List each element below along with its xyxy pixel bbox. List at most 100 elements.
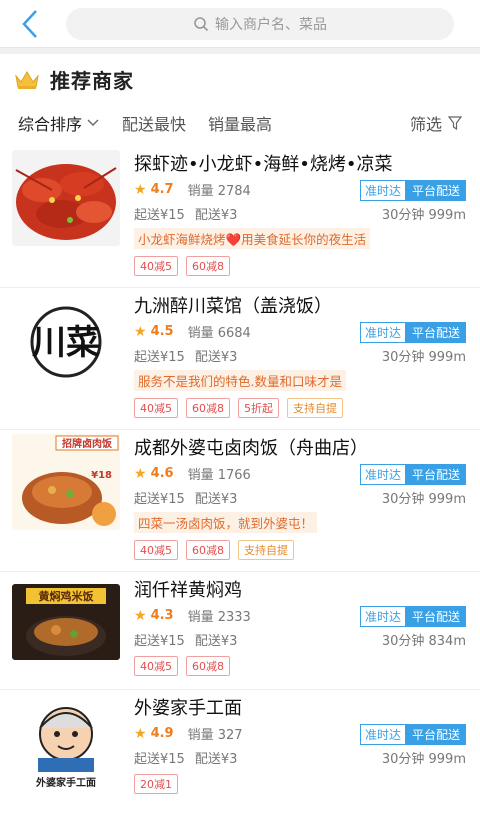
delivery-badges: 准时达 平台配送: [359, 724, 466, 745]
shop-sales: 销量 327: [187, 728, 243, 743]
promo-tags: 40减5 60减8 支持自提: [134, 540, 302, 560]
crayfish-image: [12, 150, 120, 246]
filter-button[interactable]: 筛选: [410, 104, 462, 142]
shop-rating-row: ★ 4.9 销量 327: [134, 724, 243, 744]
platform-delivery-badge: 平台配送: [405, 180, 466, 201]
min-order: 起送¥15: [134, 634, 185, 649]
shop-name: 成都外婆屯卤肉饭（舟曲店）: [134, 438, 368, 459]
delivery-badges: 准时达 平台配送: [359, 606, 466, 627]
shop-name: 探虾迹•小龙虾•海鲜•烧烤•凉菜: [134, 154, 393, 175]
promo-tags: 40减5 60减8: [134, 656, 238, 676]
shop-fee-row: 起送¥15 配送¥3: [134, 488, 247, 507]
promo-tag: 40减5: [134, 656, 178, 676]
min-order: 起送¥15: [134, 208, 185, 223]
section-title: 推荐商家: [50, 68, 134, 93]
delivery-fee: 配送¥3: [194, 752, 238, 767]
self-pickup-tag: 支持自提: [287, 398, 343, 418]
star-icon: ★: [134, 725, 147, 742]
time-distance: 30分钟 834m: [381, 634, 466, 649]
shop-sales: 销量 6684: [187, 326, 251, 341]
filter-funnel-icon: [448, 116, 462, 130]
shop-thumbnail: 招牌卤肉饭 ¥18: [12, 434, 120, 530]
on-time-badge: 准时达: [359, 724, 406, 745]
promo-tags: 20减1: [134, 774, 186, 794]
back-button[interactable]: [12, 6, 48, 42]
sort-label: 销量最高: [208, 115, 273, 134]
time-distance: 30分钟 999m: [381, 492, 466, 507]
sort-label: 配送最快: [122, 115, 187, 134]
promo-tags: 40减5 60减8: [134, 256, 238, 276]
shop-thumbnail: [12, 150, 120, 246]
shop-item[interactable]: 外婆家手工面 外婆家手工面 ★ 4.9 销量 327 准时达 平台配送 起送¥1…: [0, 690, 480, 832]
shop-rating-row: ★ 4.3 销量 2333: [134, 606, 251, 626]
shop-list: 探虾迹•小龙虾•海鲜•烧烤•凉菜 ★ 4.7 销量 2784 准时达 平台配送 …: [0, 146, 480, 832]
shop-fee-row: 起送¥15 配送¥3: [134, 204, 247, 223]
delivery-fee: 配送¥3: [194, 492, 238, 507]
star-icon: ★: [134, 181, 147, 198]
shop-description: 四菜一汤卤肉饭，就到外婆屯！: [134, 512, 318, 533]
caption-text: 外婆家手工面: [35, 776, 96, 789]
min-order: 起送¥15: [134, 752, 185, 767]
banner-text: 黄焖鸡米饭: [39, 589, 94, 603]
shop-fee-row: 起送¥15 配送¥3: [134, 630, 247, 649]
search-input[interactable]: 输入商户名、菜品: [66, 8, 454, 40]
braised-chicken-image: 黄焖鸡米饭: [12, 584, 120, 660]
shop-rating: 4.5: [150, 324, 174, 339]
shop-fee-row: 起送¥15 配送¥3: [134, 346, 247, 365]
shop-item[interactable]: 川菜 九洲醉川菜馆（盖浇饭） ★ 4.5 销量 6684 准时达 平台配送 起送…: [0, 288, 480, 430]
back-chevron-icon: [22, 10, 37, 38]
promo-tag: 40减5: [134, 256, 178, 276]
shop-name: 润仟祥黄焖鸡: [134, 580, 242, 601]
shop-item[interactable]: 招牌卤肉饭 ¥18 成都外婆屯卤肉饭（舟曲店） ★ 4.6 销量 1766 准时…: [0, 430, 480, 572]
delivery-badges: 准时达 平台配送: [359, 180, 466, 201]
on-time-badge: 准时达: [359, 464, 406, 485]
self-pickup-tag: 支持自提: [238, 540, 294, 560]
top-bar: 输入商户名、菜品: [0, 0, 480, 48]
shop-item[interactable]: 黄焖鸡米饭 润仟祥黄焖鸡 ★ 4.3 销量 2333 准时达 平台配送 起送¥1…: [0, 572, 480, 690]
shop-rating-row: ★ 4.5 销量 6684: [134, 322, 251, 342]
star-icon: ★: [134, 607, 147, 624]
shop-name: 外婆家手工面: [134, 698, 242, 719]
promo-tag: 60减8: [186, 540, 230, 560]
platform-delivery-badge: 平台配送: [405, 606, 466, 627]
platform-delivery-badge: 平台配送: [405, 724, 466, 745]
sort-comprehensive[interactable]: 综合排序: [18, 111, 100, 135]
on-time-badge: 准时达: [359, 606, 406, 627]
min-order: 起送¥15: [134, 350, 185, 365]
sort-bar: 综合排序 配送最快 销量最高 筛选: [0, 104, 480, 142]
shop-sales: 销量 2784: [187, 184, 251, 199]
shop-fee-row: 起送¥15 配送¥3: [134, 748, 247, 767]
shop-rating: 4.6: [150, 466, 174, 481]
shop-rating: 4.3: [150, 608, 174, 623]
shop-rating: 4.9: [150, 726, 174, 741]
shop-description: 服务不是我们的特色.数量和口味才是: [134, 370, 346, 391]
promo-tag: 60减8: [186, 398, 230, 418]
promo-tag: 20减1: [134, 774, 178, 794]
price-text: ¥18: [91, 470, 112, 481]
delivery-fee: 配送¥3: [194, 208, 238, 223]
section-header: 推荐商家: [0, 58, 480, 100]
min-order: 起送¥15: [134, 492, 185, 507]
promo-tag: 40减5: [134, 540, 178, 560]
sort-fastest-delivery[interactable]: 配送最快: [122, 111, 186, 135]
sort-top-sales[interactable]: 销量最高: [208, 111, 272, 135]
banner-text: 招牌卤肉饭: [62, 437, 112, 450]
delivery-badges: 准时达 平台配送: [359, 322, 466, 343]
sort-label: 综合排序: [18, 115, 83, 134]
search-placeholder: 输入商户名、菜品: [215, 17, 327, 33]
delivery-fee: 配送¥3: [194, 350, 238, 365]
chuancai-logo-image: 川菜: [12, 292, 120, 388]
star-icon: ★: [134, 323, 147, 340]
promo-tag: 40减5: [134, 398, 178, 418]
divider: [0, 48, 480, 54]
on-time-badge: 准时达: [359, 180, 406, 201]
promo-tags: 40减5 60减8 5折起 支持自提: [134, 398, 351, 418]
shop-thumbnail: 黄焖鸡米饭: [12, 584, 120, 660]
promo-tag: 60减8: [186, 656, 230, 676]
chevron-down-icon: [87, 119, 99, 126]
filter-label: 筛选: [409, 115, 442, 134]
star-icon: ★: [134, 465, 147, 482]
platform-delivery-badge: 平台配送: [405, 322, 466, 343]
shop-item[interactable]: 探虾迹•小龙虾•海鲜•烧烤•凉菜 ★ 4.7 销量 2784 准时达 平台配送 …: [0, 146, 480, 288]
braised-pork-rice-image: 招牌卤肉饭 ¥18: [12, 434, 120, 530]
